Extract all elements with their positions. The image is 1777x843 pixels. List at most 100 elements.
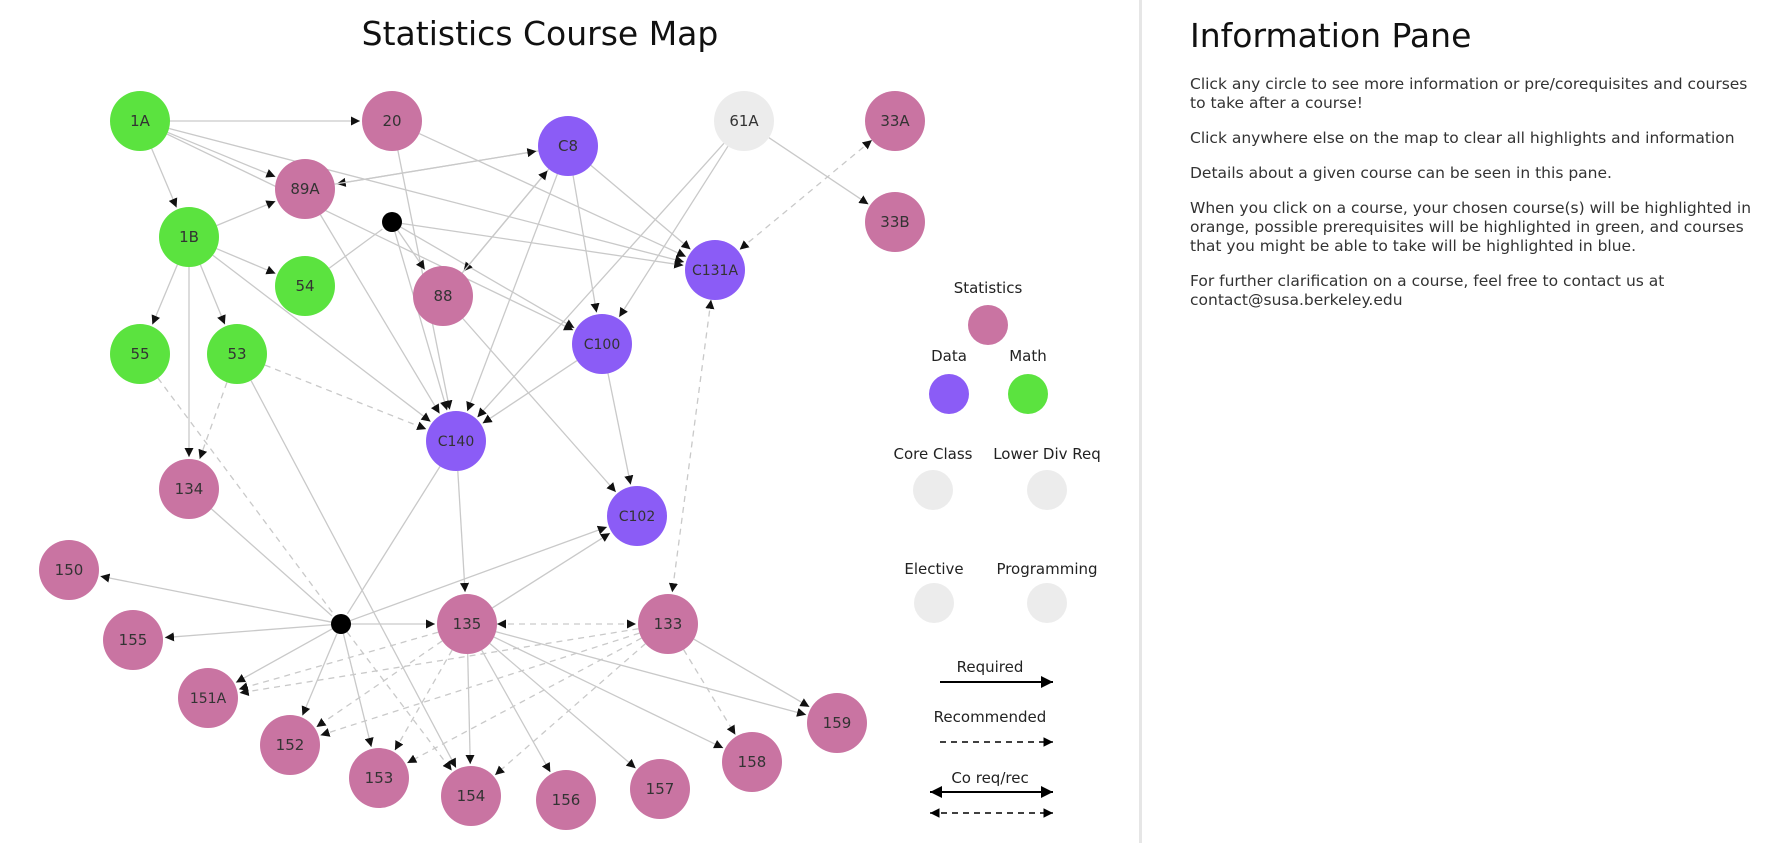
edge-54-to-J1 — [328, 228, 383, 269]
edge-135-to-157 — [489, 643, 637, 769]
edge-C100-to-C102 — [607, 373, 634, 485]
course-label: 159 — [823, 714, 852, 732]
info-paragraph-click-circle: Click any circle to see more information… — [1190, 75, 1748, 112]
edge-135-to-154 — [465, 653, 475, 765]
edge-1B-to-53 — [199, 264, 226, 325]
edge-53-to-C140 — [264, 364, 427, 431]
edge-C8-to-C131A — [590, 164, 691, 250]
edge-133-to-151A — [239, 628, 639, 696]
course-node-133[interactable]: 133 — [638, 594, 698, 654]
edge-135-to-151A — [238, 631, 439, 692]
course-node-c140[interactable]: C140 — [426, 411, 486, 471]
course-label: C100 — [584, 337, 621, 353]
edge-J1-to-C131A — [401, 222, 684, 269]
edge-C131A-to-133 — [668, 299, 715, 593]
course-node-134[interactable]: 134 — [159, 459, 219, 519]
legend-statistics-swatch — [968, 305, 1008, 345]
course-node-150[interactable]: 150 — [39, 540, 99, 600]
node-layer[interactable]: 1A 1B 54 55 53 20 89A 88 C8 61A 33A 33B C131A C100 C14… — [39, 91, 925, 830]
legend-required-label: Required — [957, 658, 1024, 676]
course-label: 55 — [130, 345, 149, 363]
course-node-158[interactable]: 158 — [722, 732, 782, 792]
legend-data-label: Data — [931, 347, 967, 365]
course-label: C140 — [438, 434, 475, 450]
course-node-89a[interactable]: 89A — [275, 159, 335, 219]
junction-circle — [331, 614, 351, 634]
course-label: 89A — [290, 180, 320, 198]
course-node-1a[interactable]: 1A — [110, 91, 170, 151]
info-pane-title: Information Pane — [1190, 16, 1472, 55]
legend-data-swatch — [929, 374, 969, 414]
edge-C8-to-C100 — [572, 175, 600, 313]
info-paragraph-clear-highlights: Click anywhere else on the map to clear … — [1190, 129, 1735, 147]
course-label: 33A — [880, 112, 910, 130]
course-node-33a[interactable]: 33A — [865, 91, 925, 151]
course-node-c131a[interactable]: C131A — [685, 240, 745, 300]
legend-programming-label: Programming — [996, 560, 1097, 578]
legend-statistics-label: Statistics — [954, 279, 1023, 297]
edge-C100-to-C140 — [482, 360, 578, 424]
edge-33A-to-C131A — [739, 139, 873, 251]
course-node-33b[interactable]: 33B — [865, 192, 925, 252]
course-label: 33B — [880, 213, 909, 231]
course-label: 151A — [190, 691, 227, 707]
edge-C140-to-J2 — [346, 466, 441, 615]
course-label: 135 — [453, 615, 482, 633]
edge-J2-to-155 — [164, 624, 332, 642]
course-node-c102[interactable]: C102 — [607, 486, 667, 546]
course-label: 1A — [130, 112, 151, 130]
course-label: 156 — [552, 791, 581, 809]
legend-core-class-label: Core Class — [894, 445, 973, 463]
course-node-155[interactable]: 155 — [103, 610, 163, 670]
legend-math-swatch — [1008, 374, 1048, 414]
course-node-c100[interactable]: C100 — [572, 314, 632, 374]
edge-53-to-134 — [198, 382, 228, 460]
junction-dot — [382, 212, 402, 232]
edge-133-to-154 — [494, 643, 646, 776]
edge-J2-to-153 — [342, 633, 374, 748]
course-node-1b[interactable]: 1B — [159, 207, 219, 267]
legend-programming-swatch — [1027, 583, 1067, 623]
course-label: 154 — [457, 787, 486, 805]
course-node-152[interactable]: 152 — [260, 715, 320, 775]
course-label: 1B — [179, 228, 199, 246]
legend-lower-div-req-swatch — [1027, 470, 1067, 510]
course-node-53[interactable]: 53 — [207, 324, 267, 384]
course-node-135[interactable]: 135 — [437, 594, 497, 654]
course-node-54[interactable]: 54 — [275, 256, 335, 316]
course-map-panel[interactable]: Statistics Course Map 1A 1B 54 55 53 20 89A 88 C… — [0, 0, 1140, 843]
legend-core-class-swatch — [913, 470, 953, 510]
junction-dot — [331, 614, 351, 634]
course-label: C102 — [619, 509, 656, 525]
edge-89A-to-C8 — [334, 148, 537, 185]
course-label: C8 — [558, 137, 578, 155]
course-node-157[interactable]: 157 — [630, 759, 690, 819]
edge-J1-to-88 — [397, 229, 426, 271]
legend-elective-label: Elective — [904, 560, 963, 578]
course-node-88[interactable]: 88 — [413, 266, 473, 326]
course-node-55[interactable]: 55 — [110, 324, 170, 384]
junction-circle — [382, 212, 402, 232]
pane-divider — [1139, 0, 1142, 843]
information-pane: Information Pane Click any circle to see… — [1190, 0, 1760, 326]
course-label: C131A — [692, 263, 738, 279]
course-node-c8[interactable]: C8 — [538, 116, 598, 176]
edge-135-to-C102 — [491, 532, 611, 609]
edge-1B-to-54 — [216, 248, 276, 275]
course-node-159[interactable]: 159 — [807, 693, 867, 753]
course-label: 53 — [227, 345, 246, 363]
course-node-20[interactable]: 20 — [362, 91, 422, 151]
info-paragraph-contact: For further clarification on a course, f… — [1190, 272, 1665, 309]
course-node-154[interactable]: 154 — [441, 766, 501, 826]
edge-133-to-159 — [693, 638, 810, 708]
course-node-153[interactable]: 153 — [349, 748, 409, 808]
course-node-151a[interactable]: 151A — [178, 668, 238, 728]
info-paragraph-highlight-colors: When you click on a course, your chosen … — [1190, 199, 1752, 255]
edge-J2-to-151A — [235, 628, 333, 684]
course-node-61a[interactable]: 61A — [714, 91, 774, 151]
course-node-156[interactable]: 156 — [536, 770, 596, 830]
edge-1A-to-1B — [151, 148, 178, 208]
course-graph[interactable]: 1A 1B 54 55 53 20 89A 88 C8 61A 33A 33B C131A C100 C14… — [0, 0, 1140, 843]
edge-135-to-152 — [316, 640, 443, 728]
info-paragraph-details: Details about a given course can be seen… — [1190, 164, 1612, 182]
